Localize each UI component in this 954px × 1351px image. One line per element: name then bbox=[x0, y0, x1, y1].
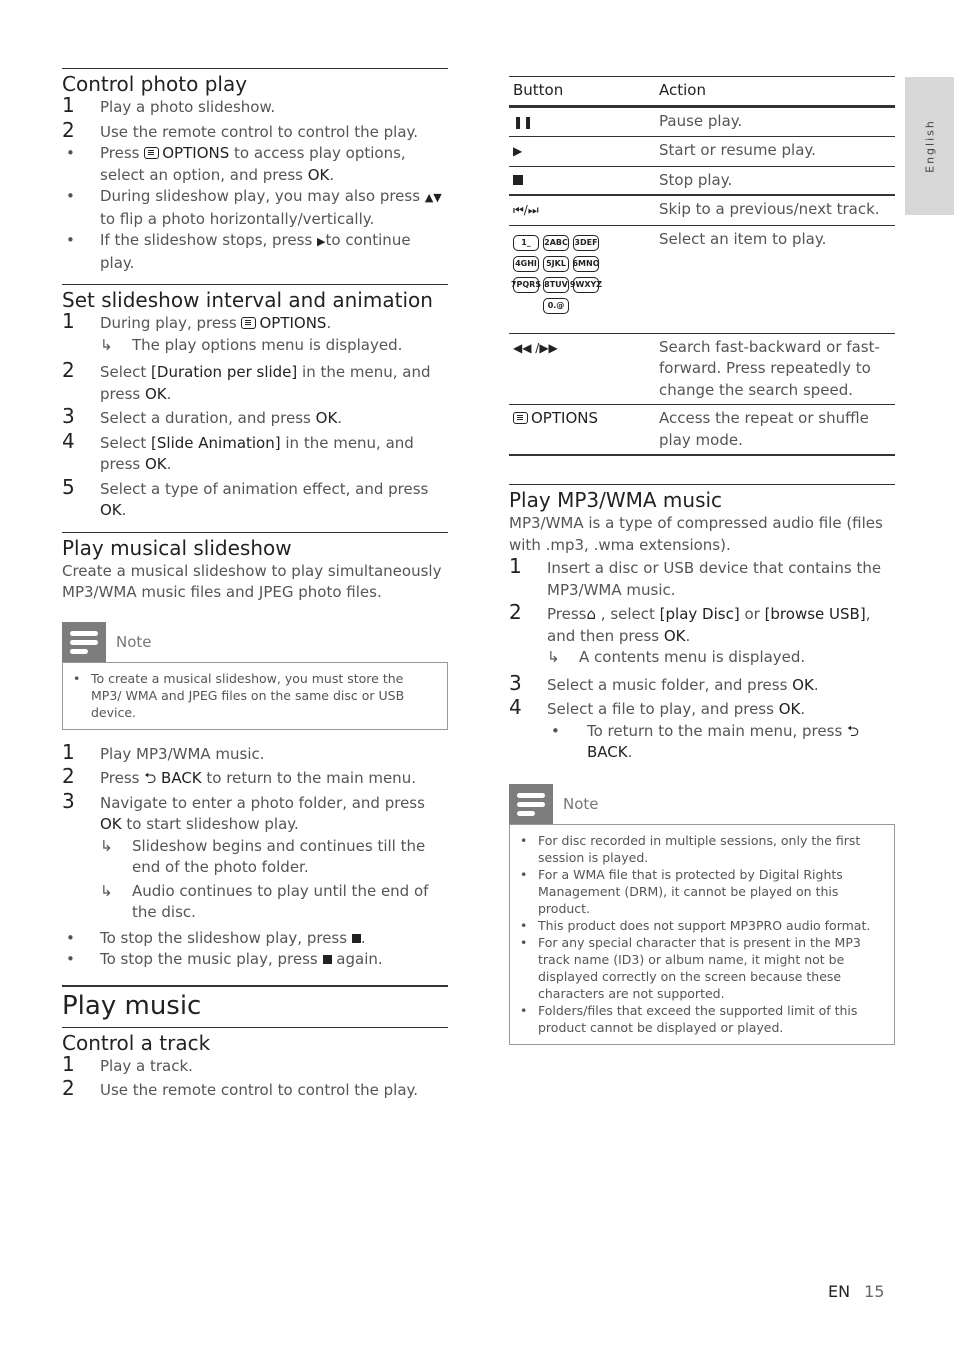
step: 4 Select [Slide Animation] in the menu, a… bbox=[62, 428, 414, 473]
note-icon bbox=[509, 783, 553, 824]
note-item: • For disc recorded in multiple sessions,… bbox=[520, 832, 861, 865]
table-row: ❚❚ Pause play. bbox=[509, 106, 895, 137]
result-arrow-icon: ↳ bbox=[547, 648, 560, 666]
note-icon bbox=[62, 621, 106, 662]
table-row: ▶ Start or resume play. bbox=[509, 137, 895, 166]
step: 2 Use the remote control to control the p… bbox=[62, 117, 419, 142]
table-row: OPTIONS Access the repeat or shuffle pla… bbox=[509, 405, 895, 456]
pause-icon: ❚❚ bbox=[513, 114, 534, 129]
step: 2 Select [Duration per slide] in the menu… bbox=[62, 358, 431, 403]
button-action-table: Button Action ❚❚ Pause play. ▶ Start or … bbox=[509, 76, 895, 456]
up-down-arrow-icon: ▲▼ bbox=[424, 191, 442, 204]
step: 4 Select a file to play, and press OK. bbox=[509, 695, 806, 719]
result-line: ↳ The play options menu is displayed. bbox=[62, 335, 448, 357]
footer-language: EN bbox=[828, 1282, 851, 1301]
section-title-play-mp3: Play MP3/WMA music bbox=[509, 488, 723, 512]
result-arrow-icon: ↳ bbox=[100, 881, 113, 900]
stop-icon bbox=[513, 174, 523, 185]
step: 1 During play, press OPTIONS. bbox=[62, 309, 332, 333]
stop-icon bbox=[322, 955, 332, 964]
play-icon: ▶ bbox=[317, 235, 326, 248]
prev-next-icon: ⏮/⏭ bbox=[513, 203, 539, 217]
page-footer: EN 15 bbox=[828, 1282, 884, 1301]
side-tab-label: English bbox=[923, 119, 936, 173]
note-item: • Folders/files that exceed the supported… bbox=[520, 1002, 858, 1035]
step: 1 Play MP3/WMA music. bbox=[62, 739, 265, 764]
numeric-keypad-icon: 1_ 2ABC 3DEF 4GHI 5JKL 6MNO 7PQRS 8TUV 9WXYZ 0… bbox=[511, 229, 651, 314]
section-title-musical-slideshow: Play musical slideshow bbox=[62, 535, 292, 560]
table-header-action: Action bbox=[659, 81, 706, 99]
left-column: Control photo play 1 Play a photo slidesh… bbox=[62, 0, 448, 1102]
note-item: • To create a musical slideshow, you must… bbox=[73, 670, 405, 720]
table-header-button: Button bbox=[513, 81, 564, 99]
play-icon: ▶ bbox=[513, 144, 523, 158]
table-row: ⏮/⏭ Skip to a previous/next track. bbox=[509, 195, 895, 225]
section-title-control-photo: Control photo play bbox=[62, 72, 248, 96]
bullet-item: • To stop the slideshow play, press . bbox=[66, 928, 366, 947]
section-title-slideshow-interval: Set slideshow interval and animation bbox=[62, 288, 433, 312]
page-number: 15 bbox=[864, 1282, 885, 1301]
step: 3 Select a duration, and press OK. bbox=[62, 404, 343, 428]
step: 3 Navigate to enter a photo folder, and p… bbox=[62, 788, 425, 833]
section-intro: Create a musical slideshow to play simul… bbox=[62, 561, 442, 602]
table-row: Stop play. bbox=[509, 166, 895, 195]
bullet-item: • To return to the main menu, press ⮌ BAC… bbox=[551, 721, 860, 762]
home-icon: ⌂ bbox=[586, 605, 597, 623]
result-arrow-icon: ↳ bbox=[100, 335, 113, 354]
back-icon: ⮌ bbox=[847, 721, 860, 740]
options-icon bbox=[513, 412, 528, 424]
result-line: ↳ A contents menu is displayed. bbox=[547, 647, 895, 669]
stop-icon bbox=[351, 933, 361, 943]
section-title-control-track: Control a track bbox=[62, 1030, 211, 1055]
options-icon bbox=[144, 147, 160, 159]
note-box: Note • To create a musical slideshow, you… bbox=[62, 621, 448, 730]
step: 2 Use the remote control to control the p… bbox=[62, 1076, 419, 1100]
note-box: Note • For disc recorded in multiple sess… bbox=[509, 783, 895, 1045]
bullet-item: • If the slideshow stops, press ▶to conti… bbox=[66, 231, 411, 272]
note-item: • This product does not support MP3PRO au… bbox=[520, 917, 871, 933]
step: 1 Play a photo slideshow. bbox=[62, 93, 276, 117]
back-icon: ⮌ bbox=[144, 769, 157, 787]
step: 3 Select a music folder, and press OK. bbox=[509, 670, 819, 695]
step: 5 Select a type of animation effect, and … bbox=[62, 474, 429, 519]
step: 1 Play a track. bbox=[62, 1051, 193, 1076]
note-item: • For a WMA file that is protected by Dig… bbox=[520, 866, 843, 916]
result-arrow-icon: ↳ bbox=[100, 836, 113, 855]
section-intro: MP3/WMA is a type of compressed audio fi… bbox=[509, 514, 883, 554]
step: 2 Press⌂ , select [play Disc] or [browse … bbox=[509, 600, 871, 645]
bullet-item: • Press OPTIONS to access play options, s… bbox=[66, 144, 406, 184]
step: 2 Press ⮌ BACK to return to the main menu… bbox=[62, 764, 416, 788]
bullet-item: • During slideshow play, you may also pre… bbox=[66, 187, 442, 228]
side-language-tab: English bbox=[905, 77, 954, 215]
table-row: ◀◀ /▶▶ Search fast-backward or fast-forw… bbox=[509, 333, 895, 405]
bullet-item: • To stop the music play, press again. bbox=[66, 950, 383, 968]
right-column: Button Action ❚❚ Pause play. ▶ Start or … bbox=[509, 0, 895, 1045]
step: 1 Insert a disc or USB device that contai… bbox=[509, 554, 882, 599]
chapter-title-play-music: Play music bbox=[62, 990, 202, 1021]
note-item: • For any special character that is prese… bbox=[520, 934, 861, 1001]
result-line: ↳ Audio continues to play until the end o… bbox=[100, 881, 429, 922]
options-icon bbox=[241, 317, 257, 329]
rewind-forward-icon: ◀◀ /▶▶ bbox=[513, 340, 558, 355]
result-line: ↳ Slideshow begins and continues till the… bbox=[100, 836, 426, 877]
table-row: 1_ 2ABC 3DEF 4GHI 5JKL 6MNO 7PQRS 8TUV 9WXYZ 0… bbox=[509, 225, 895, 333]
